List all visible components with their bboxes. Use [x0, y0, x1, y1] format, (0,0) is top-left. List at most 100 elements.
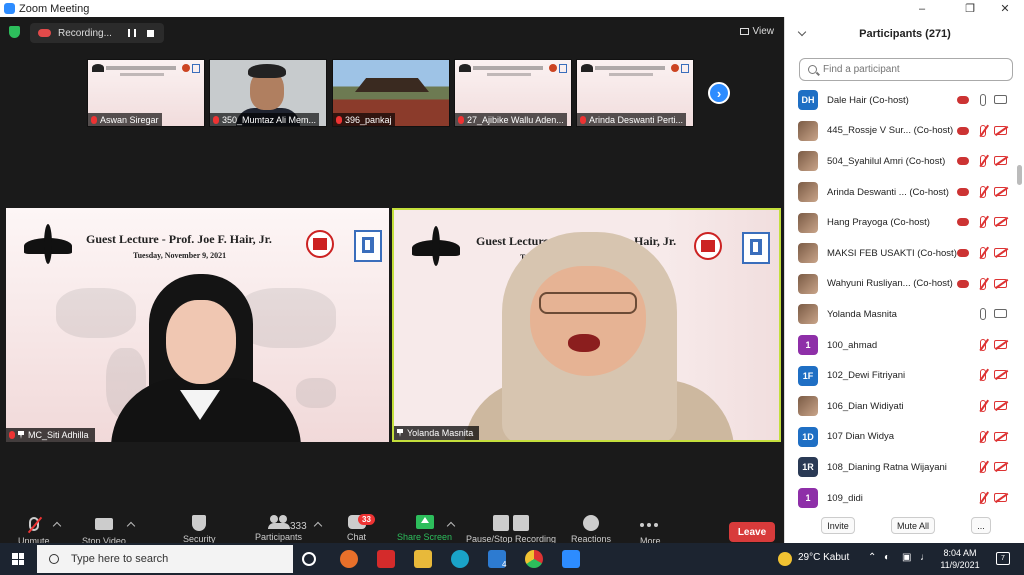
maximize-icon[interactable]: ❐ — [950, 0, 990, 17]
taskbar-search[interactable]: Type here to search — [37, 545, 293, 573]
more-button[interactable]: More — [640, 515, 661, 546]
windows-start-icon[interactable] — [12, 553, 24, 565]
participant-name: Yolanda Masnita — [827, 308, 897, 320]
participant-row[interactable]: 1 100_ahmad — [785, 330, 1017, 361]
mic-icon[interactable] — [980, 308, 986, 321]
thumbnail-tile[interactable]: 27_Ajibike Wallu Aden... — [454, 59, 572, 127]
video-off-icon[interactable] — [994, 370, 1007, 380]
volume-icon[interactable]: ♩ — [920, 552, 930, 563]
video-tile-mc[interactable]: Guest Lecture - Prof. Joe F. Hair, Jr. T… — [6, 208, 389, 442]
muted-mic-icon[interactable] — [980, 277, 986, 290]
muted-mic-icon[interactable] — [980, 246, 986, 259]
participant-search[interactable] — [799, 58, 1013, 81]
video-off-icon[interactable] — [994, 431, 1007, 441]
video-off-icon[interactable] — [994, 247, 1007, 257]
collapse-chevron-icon[interactable] — [797, 27, 807, 37]
network-icon[interactable]: ▣ — [902, 552, 911, 563]
thumbnail-tile[interactable]: 350_Mumtaz Ali Mem... — [209, 59, 327, 127]
muted-mic-icon[interactable] — [980, 185, 986, 198]
participants-options-chevron-icon[interactable] — [313, 521, 323, 531]
video-tile-speaker[interactable]: Guest Lecture Hair, Jr. Tues Yolanda Mas… — [392, 208, 781, 442]
video-off-icon[interactable] — [994, 339, 1007, 349]
tray-chevron-icon[interactable]: ⌃ — [868, 552, 876, 563]
participant-name: Hang Prayoga (Co-host) — [827, 217, 930, 229]
participant-row[interactable]: 1 109_didi — [785, 483, 1017, 509]
participant-row[interactable]: 1R 108_Dianing Ratna Wijayani — [785, 452, 1017, 483]
view-button[interactable]: View — [739, 26, 774, 37]
muted-mic-icon[interactable] — [980, 430, 986, 443]
video-off-icon[interactable] — [994, 217, 1007, 227]
audio-options-chevron-icon[interactable] — [52, 521, 62, 531]
muted-mic-icon[interactable] — [980, 399, 986, 412]
muted-mic-icon[interactable] — [980, 216, 986, 229]
stop-video-button[interactable]: Stop Video — [82, 515, 126, 546]
security-button[interactable]: Security — [183, 515, 216, 544]
weather-text[interactable]: 29°C Kabut — [798, 552, 849, 563]
file-explorer-icon[interactable] — [414, 550, 432, 568]
participant-row[interactable]: 1D 107 Dian Widya — [785, 422, 1017, 453]
participant-row[interactable]: 106_Dian Widiyati — [785, 391, 1017, 422]
task-view-icon[interactable] — [302, 552, 316, 566]
tray-app-icon[interactable]: ◐ — [884, 552, 890, 563]
more-options-button[interactable]: ... — [971, 517, 991, 534]
tile-name-label: MC_Siti Adhilla — [6, 428, 95, 442]
participant-row[interactable]: 1F 102_Dewi Fitriyani — [785, 360, 1017, 391]
participant-row[interactable]: 445_Rossje V Sur... (Co-host) — [785, 116, 1017, 147]
video-off-icon[interactable] — [994, 156, 1007, 166]
encryption-shield-icon[interactable] — [9, 26, 20, 38]
edge-icon[interactable] — [451, 550, 469, 568]
video-off-icon[interactable] — [994, 492, 1007, 502]
participant-avatar — [798, 151, 818, 172]
thumbnail-tile[interactable]: Arinda Deswanti Perti... — [576, 59, 694, 127]
video-off-icon[interactable] — [994, 462, 1007, 472]
thumbnail-tile[interactable]: Aswan Siregar — [87, 59, 205, 127]
muted-mic-icon[interactable] — [980, 155, 986, 168]
participant-search-input[interactable] — [823, 64, 1003, 75]
unmute-button[interactable]: Unmute — [18, 515, 50, 546]
participant-row[interactable]: Wahyuni Rusliyan... (Co-host) — [785, 269, 1017, 300]
muted-mic-icon[interactable] — [980, 491, 986, 504]
thumbnail-tile[interactable]: 396_pankaj — [332, 59, 450, 127]
pdf-reader-icon[interactable] — [377, 550, 395, 568]
chrome-icon[interactable] — [525, 550, 543, 568]
participant-row[interactable]: Hang Prayoga (Co-host) — [785, 207, 1017, 238]
muted-mic-icon[interactable] — [980, 124, 986, 137]
share-screen-button[interactable]: Share Screen — [397, 515, 452, 542]
participant-row[interactable]: DH Dale Hair (Co-host) — [785, 85, 1017, 116]
close-icon[interactable]: ✕ — [985, 0, 1024, 17]
participant-avatar — [798, 304, 818, 325]
video-options-chevron-icon[interactable] — [126, 521, 136, 531]
video-camera-icon[interactable] — [994, 95, 1007, 104]
notification-center-icon[interactable]: 7 — [996, 552, 1010, 565]
video-off-icon[interactable] — [994, 400, 1007, 410]
stop-recording-icon[interactable] — [147, 29, 154, 37]
participant-row[interactable]: MAKSI FEB USAKTI (Co-host) — [785, 238, 1017, 269]
participant-row[interactable]: 504_Syahilul Amri (Co-host) — [785, 146, 1017, 177]
slide-date: Tuesday, November 9, 2021 — [133, 251, 227, 260]
title-bar: Zoom Meeting – ❐ ✕ — [0, 0, 1024, 17]
list-scrollbar[interactable] — [1017, 165, 1022, 185]
system-clock[interactable]: 8:04 AM 11/9/2021 — [940, 547, 980, 571]
participant-row[interactable]: Yolanda Masnita — [785, 299, 1017, 330]
pause-stop-recording-button[interactable]: Pause/Stop Recording — [466, 515, 556, 544]
zoom-taskbar-icon[interactable] — [562, 550, 580, 568]
minimize-icon[interactable]: – — [902, 0, 942, 17]
pause-recording-icon[interactable] — [128, 29, 136, 37]
reactions-button[interactable]: Reactions — [571, 515, 611, 544]
video-off-icon[interactable] — [994, 278, 1007, 288]
participant-row[interactable]: Arinda Deswanti ... (Co-host) — [785, 177, 1017, 208]
next-page-button[interactable]: › — [708, 82, 730, 104]
thumbnail-name-label: Aswan Siregar — [88, 113, 162, 126]
muted-mic-icon[interactable] — [980, 461, 986, 474]
video-camera-icon[interactable] — [994, 309, 1007, 319]
participant-list: DH Dale Hair (Co-host) 445_Rossje V Sur...… — [785, 85, 1017, 509]
video-off-icon[interactable] — [994, 186, 1007, 196]
firefox-icon[interactable] — [340, 550, 358, 568]
mute-all-button[interactable]: Mute All — [891, 517, 935, 534]
invite-button[interactable]: Invite — [821, 517, 855, 534]
video-off-icon[interactable] — [994, 125, 1007, 135]
muted-mic-icon[interactable] — [980, 338, 986, 351]
mic-icon[interactable] — [980, 94, 986, 106]
muted-mic-icon[interactable] — [980, 369, 986, 382]
leave-button[interactable]: Leave — [729, 522, 775, 542]
